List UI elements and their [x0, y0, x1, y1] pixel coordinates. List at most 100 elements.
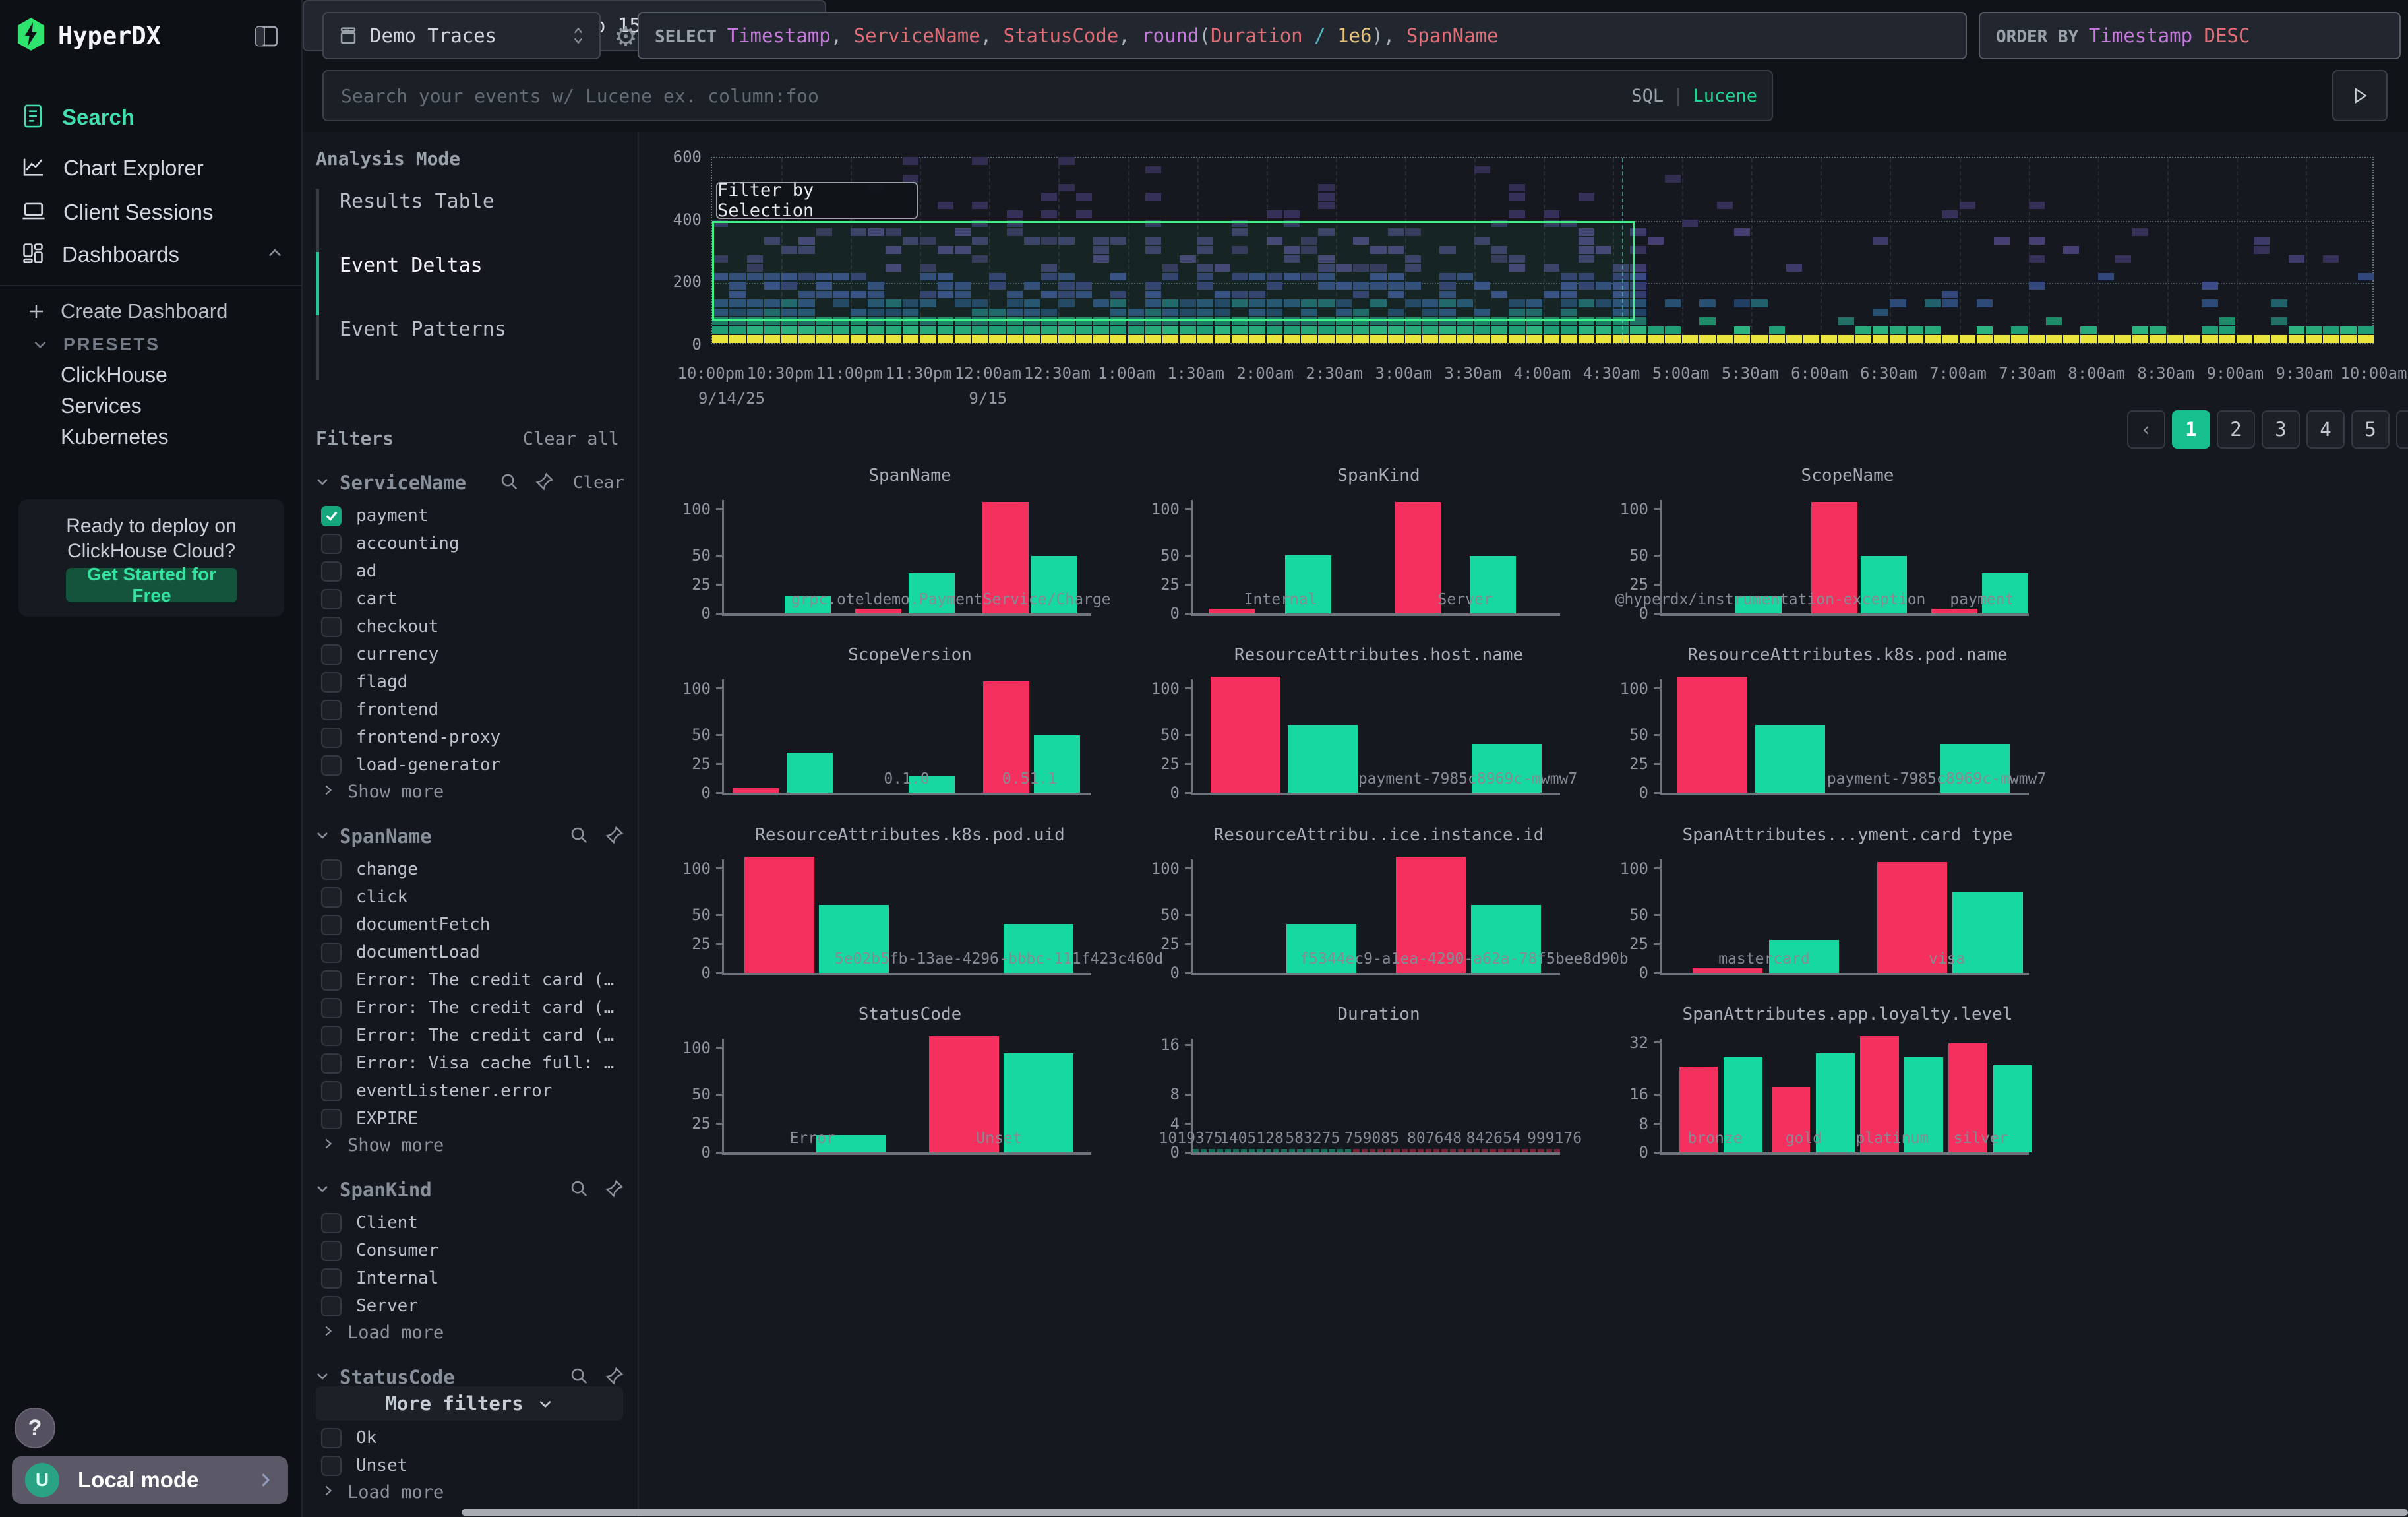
checkbox[interactable]	[321, 617, 342, 637]
pin-icon[interactable]	[605, 1179, 624, 1201]
preset-item-clickhouse[interactable]: ClickHouse	[0, 360, 303, 389]
horizontal-scrollbar[interactable]	[462, 1509, 2408, 1516]
filter-option-consumer[interactable]: Consumer	[321, 1237, 438, 1264]
checkbox[interactable]	[321, 1213, 342, 1233]
create-dashboard-button[interactable]: Create Dashboard	[0, 297, 303, 326]
filter-option-checkout[interactable]: checkout	[321, 613, 438, 640]
more-filters-button[interactable]: More filters	[316, 1386, 623, 1421]
filter-option-server[interactable]: Server	[321, 1293, 418, 1319]
checkbox[interactable]	[321, 1428, 342, 1448]
sql-mode-button[interactable]: SQL	[1631, 86, 1664, 106]
search-icon[interactable]	[569, 825, 589, 848]
filter-group-header-spanname[interactable]: SpanName	[315, 822, 624, 851]
analysis-mode-event-deltas[interactable]: Event Deltas	[340, 254, 483, 277]
checkbox[interactable]	[321, 1081, 342, 1101]
sidebar-item-dashboards[interactable]: Dashboards	[0, 237, 303, 272]
checkbox[interactable]	[321, 561, 342, 582]
pin-icon[interactable]	[605, 1366, 624, 1388]
checkbox[interactable]	[321, 1109, 342, 1129]
sidebar-item-chart-explorer[interactable]: Chart Explorer	[0, 151, 303, 185]
filter-option-error-visa-cache-full-[interactable]: Error: Visa cache full: …	[321, 1050, 614, 1076]
checkbox[interactable]	[321, 887, 342, 908]
filter-by-selection-button[interactable]: Filter by Selection	[716, 182, 918, 219]
checkbox[interactable]	[321, 1026, 342, 1046]
clear-all-button[interactable]: Clear all	[523, 429, 619, 449]
sql-select-input[interactable]: SELECT Timestamp, ServiceName, StatusCod…	[638, 12, 1967, 59]
filter-option-documentfetch[interactable]: documentFetch	[321, 912, 491, 938]
search-icon[interactable]	[569, 1366, 589, 1388]
lucene-mode-button[interactable]: Lucene	[1693, 86, 1757, 106]
checkbox[interactable]	[321, 970, 342, 991]
filter-option-frontend-proxy[interactable]: frontend-proxy	[321, 724, 500, 751]
sidebar-item-client-sessions[interactable]: Client Sessions	[0, 195, 303, 230]
filter-option-error-the-credit-card-[interactable]: Error: The credit card (…	[321, 995, 614, 1021]
checkbox[interactable]	[321, 859, 342, 880]
show-more-button[interactable]: Show more	[321, 780, 444, 803]
page-button-2[interactable]: 2	[2217, 410, 2255, 449]
gear-icon[interactable]: ⚙	[611, 22, 640, 51]
sidebar-item-search[interactable]: Search	[0, 100, 303, 135]
get-started-button[interactable]: Get Started for Free	[66, 568, 237, 602]
preset-item-kubernetes[interactable]: Kubernetes	[0, 422, 303, 451]
search-icon[interactable]	[499, 472, 519, 494]
filter-option-frontend[interactable]: frontend	[321, 697, 438, 723]
filter-option-client[interactable]: Client	[321, 1210, 418, 1236]
filter-option-cart[interactable]: cart	[321, 586, 398, 612]
filter-option-change[interactable]: change	[321, 856, 418, 882]
events-heatmap[interactable]: Filter by Selection	[711, 157, 2374, 344]
pin-icon[interactable]	[605, 825, 624, 848]
filter-option-accounting[interactable]: accounting	[321, 530, 460, 557]
filter-option-error-the-credit-card-[interactable]: Error: The credit card (…	[321, 1022, 614, 1049]
page-next-button[interactable]: ›	[2396, 410, 2408, 449]
checkbox[interactable]	[321, 1053, 342, 1074]
order-by-input[interactable]: ORDER BY Timestamp DESC	[1979, 12, 2401, 59]
filter-option-error-the-credit-card-[interactable]: Error: The credit card (…	[321, 967, 614, 993]
page-prev-button[interactable]: ‹	[2127, 410, 2165, 449]
filter-group-header-spankind[interactable]: SpanKind	[315, 1175, 624, 1204]
checkbox[interactable]	[321, 915, 342, 935]
load-more-button[interactable]: Load more	[321, 1480, 444, 1504]
checkbox[interactable]	[321, 700, 342, 720]
filter-option-expire[interactable]: EXPIRE	[321, 1105, 418, 1132]
presets-toggle[interactable]: PRESETS	[0, 330, 303, 359]
filter-option-flagd[interactable]: flagd	[321, 669, 407, 695]
checkbox[interactable]	[321, 728, 342, 748]
checkbox[interactable]	[321, 672, 342, 693]
filter-option-eventlistener-error[interactable]: eventListener.error	[321, 1078, 552, 1104]
search-input[interactable]	[324, 71, 1772, 120]
filter-option-internal[interactable]: Internal	[321, 1265, 438, 1291]
run-query-button[interactable]	[2332, 70, 2388, 121]
checkbox[interactable]	[321, 998, 342, 1018]
checkbox[interactable]	[321, 1456, 342, 1476]
filter-option-documentload[interactable]: documentLoad	[321, 939, 480, 966]
filter-option-payment[interactable]: payment	[321, 503, 429, 529]
show-more-button[interactable]: Show more	[321, 1133, 444, 1157]
analysis-mode-event-patterns[interactable]: Event Patterns	[340, 318, 506, 341]
search-icon[interactable]	[569, 1179, 589, 1201]
filter-option-click[interactable]: click	[321, 884, 407, 910]
pin-icon[interactable]	[535, 472, 555, 494]
local-mode-button[interactable]: U Local mode	[12, 1456, 288, 1504]
filter-option-load-generator[interactable]: load-generator	[321, 752, 500, 778]
preset-item-services[interactable]: Services	[0, 391, 303, 420]
heatmap-selection-box[interactable]	[712, 221, 1635, 321]
sidebar-collapse-icon[interactable]	[253, 22, 280, 53]
page-button-1[interactable]: 1	[2172, 410, 2210, 449]
page-button-4[interactable]: 4	[2306, 410, 2345, 449]
checkbox[interactable]	[321, 534, 342, 554]
filter-option-ok[interactable]: Ok	[321, 1425, 376, 1451]
checkbox[interactable]	[321, 644, 342, 665]
clear-group-button[interactable]: Clear	[573, 473, 624, 493]
filter-group-header-servicename[interactable]: ServiceNameClear	[315, 468, 624, 497]
source-select[interactable]: Demo Traces	[322, 12, 601, 59]
filter-option-unset[interactable]: Unset	[321, 1452, 407, 1479]
checkbox[interactable]	[321, 1296, 342, 1316]
checkbox[interactable]	[321, 1241, 342, 1261]
help-button[interactable]: ?	[15, 1408, 55, 1448]
filter-option-ad[interactable]: ad	[321, 558, 376, 584]
checkbox[interactable]	[321, 1268, 342, 1289]
checkbox[interactable]	[321, 755, 342, 776]
page-button-5[interactable]: 5	[2351, 410, 2390, 449]
load-more-button[interactable]: Load more	[321, 1320, 444, 1344]
page-button-3[interactable]: 3	[2262, 410, 2300, 449]
